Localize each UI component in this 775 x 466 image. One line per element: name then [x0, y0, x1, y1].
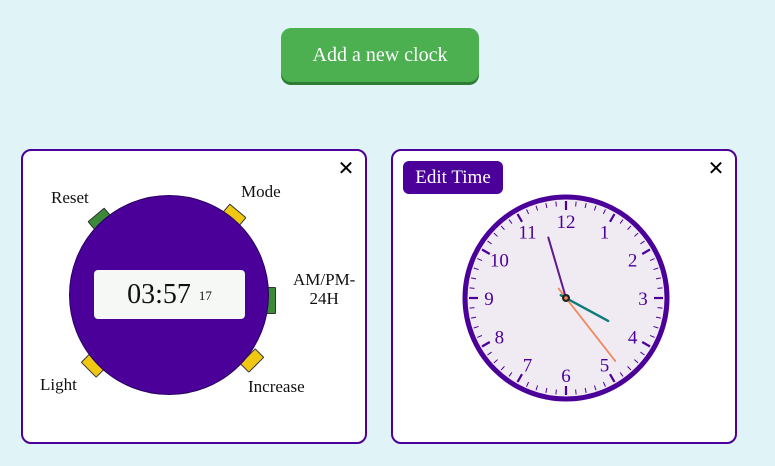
clock-tick [469, 307, 475, 309]
clock-tick [657, 307, 663, 309]
reset-label: Reset [51, 188, 89, 207]
clock-number: 6 [561, 366, 571, 387]
clock-tick [555, 201, 557, 207]
increase-label: Increase [248, 377, 305, 396]
analog-clock-face: 12 1234567891011 [462, 194, 670, 402]
clock-number: 11 [518, 222, 536, 243]
add-clock-button[interactable]: Add a new clock [281, 28, 479, 82]
clock-tick [657, 287, 663, 289]
clock-tick [575, 201, 577, 207]
light-label: Light [40, 375, 77, 394]
clock-number: 2 [628, 251, 638, 272]
mode-label: Mode [241, 182, 281, 201]
clock-tick [469, 287, 475, 289]
ampm-label-line1: AM/PM- [293, 270, 356, 289]
close-icon[interactable]: ✕ [337, 157, 355, 179]
digital-display: 03:57 17 [94, 270, 245, 319]
clock-number: 9 [484, 289, 494, 310]
clock-number: 5 [600, 356, 610, 377]
clock-number: 10 [490, 251, 509, 272]
digital-clock-card: ✕ Reset Mode AM/PM- 24H Light Increase 0… [21, 149, 367, 444]
edit-time-button[interactable]: Edit Time [403, 161, 503, 194]
clock-number: 7 [523, 356, 533, 377]
ampm-label-line2: 24H [309, 289, 339, 308]
display-seconds: 17 [198, 287, 212, 303]
clock-tick [555, 389, 557, 395]
display-time: 03:57 [127, 278, 191, 310]
analog-clock-card: ✕ Edit Time 12 1 2 3 4 5 6 7 8 9 10 11 [391, 149, 737, 444]
clock-number: 4 [628, 328, 638, 349]
clock-number: 3 [638, 289, 648, 310]
close-icon[interactable]: ✕ [707, 157, 725, 179]
clock-number: 12 [557, 212, 576, 233]
clock-number: 1 [600, 222, 610, 243]
center-pin-cap [564, 296, 568, 300]
clock-tick [575, 389, 577, 395]
ampm-label: AM/PM- 24H [293, 270, 355, 308]
clock-number: 8 [495, 328, 505, 349]
